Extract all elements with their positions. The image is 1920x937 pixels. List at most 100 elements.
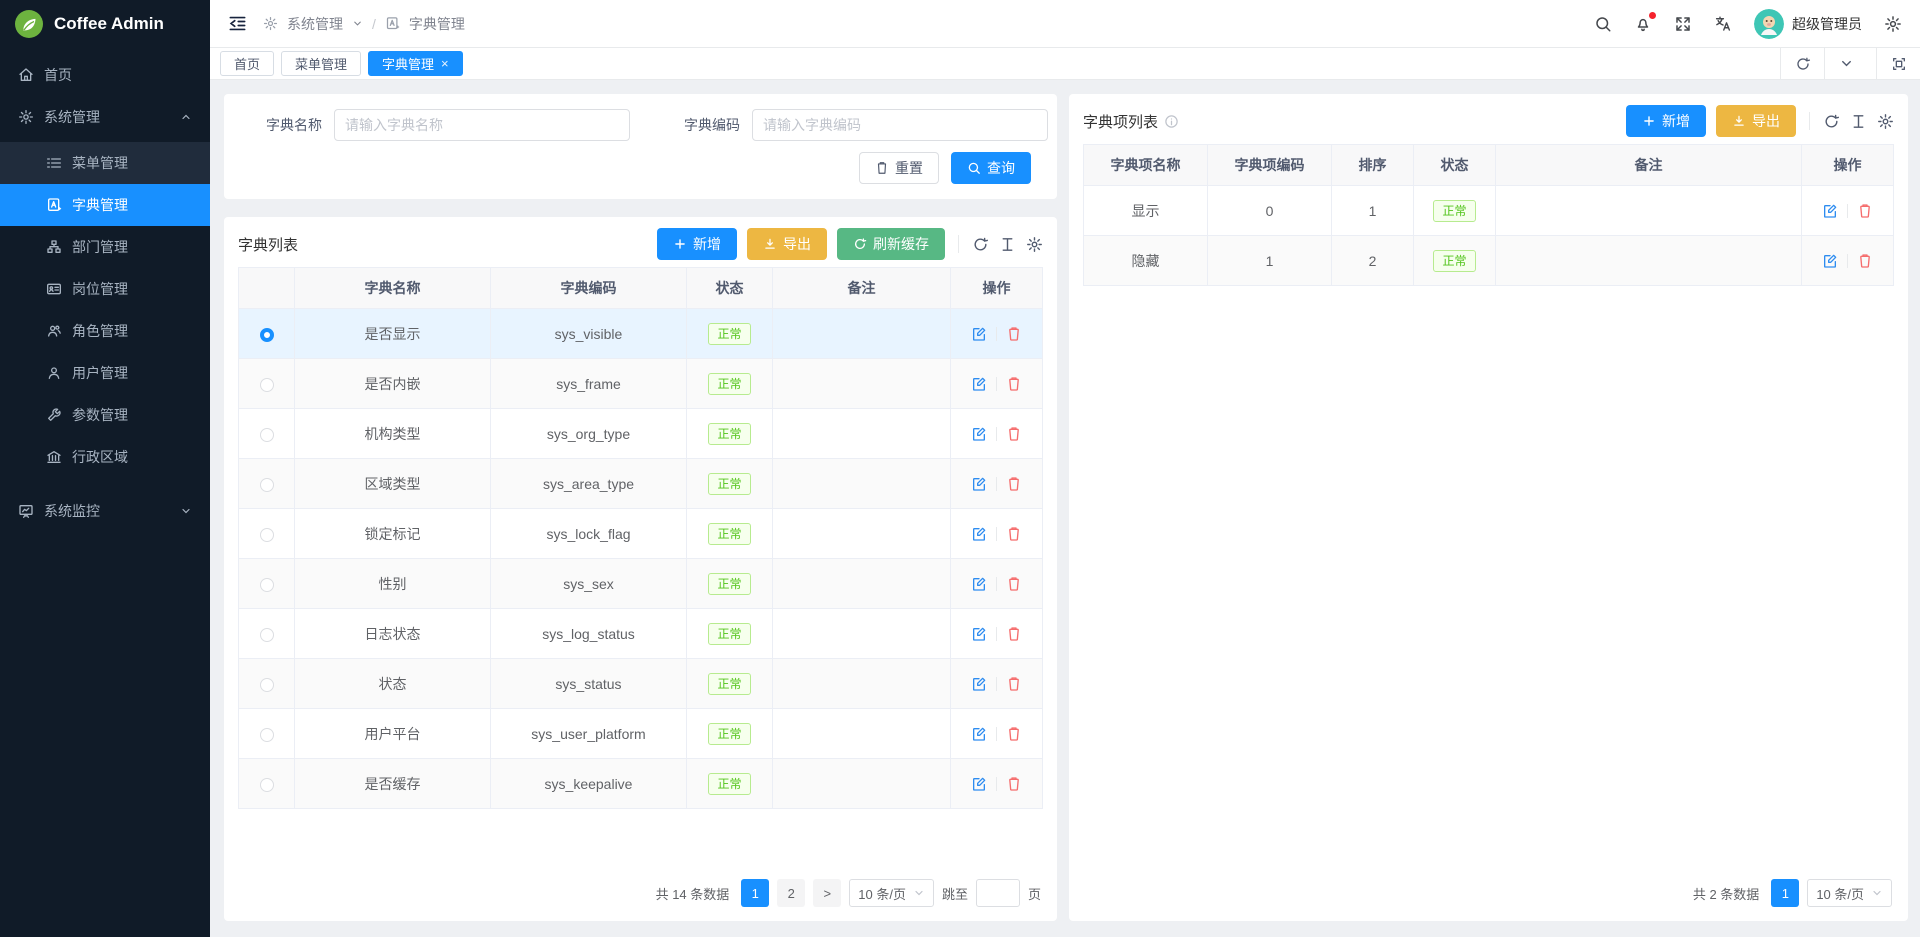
edit-row-icon[interactable] <box>1822 253 1838 269</box>
jump-page-input[interactable] <box>976 879 1020 907</box>
edit-row-icon[interactable] <box>971 726 987 742</box>
delete-row-icon[interactable] <box>1006 626 1022 642</box>
page-button-1[interactable]: 1 <box>1771 879 1799 907</box>
refresh-table-icon[interactable] <box>1823 113 1840 130</box>
row-height-icon[interactable] <box>1850 113 1867 130</box>
sidebar-item-param-mgmt[interactable]: 参数管理 <box>0 394 210 436</box>
refresh-tabs-icon[interactable] <box>1780 48 1824 79</box>
dict-table-row[interactable]: 区域类型 sys_area_type 正常 <box>239 459 1043 509</box>
delete-row-icon[interactable] <box>1006 326 1022 342</box>
column-settings-gear-icon[interactable] <box>1026 236 1043 253</box>
tab-dict-mgmt[interactable]: 字典管理 × <box>368 51 463 76</box>
sidebar-item-dict-mgmt[interactable]: 字典管理 <box>0 184 210 226</box>
dict-table-row[interactable]: 状态 sys_status 正常 <box>239 659 1043 709</box>
close-tab-icon[interactable]: × <box>441 57 449 70</box>
dict-table-row[interactable]: 日志状态 sys_log_status 正常 <box>239 609 1043 659</box>
row-radio[interactable] <box>260 628 274 642</box>
next-page-button[interactable]: > <box>813 879 841 907</box>
tab-menu-mgmt[interactable]: 菜单管理 <box>281 51 361 76</box>
edit-row-icon[interactable] <box>971 576 987 592</box>
refresh-table-icon[interactable] <box>972 236 989 253</box>
refresh-cache-label: 刷新缓存 <box>873 234 929 254</box>
export-dict-button[interactable]: 导出 <box>747 228 827 260</box>
sidebar-item-system[interactable]: 系统管理 <box>0 96 210 138</box>
edit-row-icon[interactable] <box>971 526 987 542</box>
fullscreen-icon[interactable] <box>1674 15 1692 33</box>
page-button-1[interactable]: 1 <box>741 879 769 907</box>
dict-table-row[interactable]: 用户平台 sys_user_platform 正常 <box>239 709 1043 759</box>
row-radio[interactable] <box>260 428 274 442</box>
collapse-sidebar-icon[interactable] <box>228 14 247 33</box>
edit-row-icon[interactable] <box>971 476 987 492</box>
add-dict-button[interactable]: 新增 <box>657 228 737 260</box>
user-menu[interactable]: 超级管理员 <box>1754 9 1862 39</box>
item-code-cell: 0 <box>1208 186 1332 236</box>
sidebar-item-home[interactable]: 首页 <box>0 54 210 96</box>
row-radio[interactable] <box>260 678 274 692</box>
settings-gear-icon[interactable] <box>1884 15 1902 33</box>
row-radio[interactable] <box>260 778 274 792</box>
delete-row-icon[interactable] <box>1006 776 1022 792</box>
edit-row-icon[interactable] <box>1822 203 1838 219</box>
dict-name-input[interactable] <box>334 109 630 141</box>
edit-row-icon[interactable] <box>971 626 987 642</box>
column-settings-gear-icon[interactable] <box>1877 113 1894 130</box>
delete-row-icon[interactable] <box>1857 253 1873 269</box>
tab-options-chevron-icon[interactable] <box>1824 48 1868 79</box>
dict-table-row[interactable]: 机构类型 sys_org_type 正常 <box>239 409 1043 459</box>
row-radio[interactable] <box>260 478 274 492</box>
row-radio[interactable] <box>260 328 274 342</box>
dict-table-row[interactable]: 是否显示 sys_visible 正常 <box>239 309 1043 359</box>
sidebar-item-user-mgmt[interactable]: 用户管理 <box>0 352 210 394</box>
translate-icon[interactable] <box>1714 15 1732 33</box>
query-button[interactable]: 查询 <box>951 152 1031 184</box>
dict-item-table-row[interactable]: 显示 0 1 正常 <box>1084 186 1894 236</box>
delete-row-icon[interactable] <box>1006 726 1022 742</box>
row-radio[interactable] <box>260 578 274 592</box>
sidebar-item-region-mgmt[interactable]: 行政区域 <box>0 436 210 478</box>
reset-button[interactable]: 重置 <box>859 152 939 184</box>
row-height-icon[interactable] <box>999 236 1016 253</box>
delete-row-icon[interactable] <box>1006 476 1022 492</box>
sidebar-item-post-mgmt[interactable]: 岗位管理 <box>0 268 210 310</box>
edit-row-icon[interactable] <box>971 776 987 792</box>
content-fullscreen-icon[interactable] <box>1876 48 1920 79</box>
delete-row-icon[interactable] <box>1006 426 1022 442</box>
row-radio[interactable] <box>260 378 274 392</box>
sidebar-item-role-mgmt[interactable]: 角色管理 <box>0 310 210 352</box>
add-dict-item-button[interactable]: 新增 <box>1626 105 1706 137</box>
sidebar-item-monitor[interactable]: 系统监控 <box>0 490 210 532</box>
dict-table-row[interactable]: 性别 sys_sex 正常 <box>239 559 1043 609</box>
breadcrumb-level1[interactable]: 系统管理 <box>287 14 343 34</box>
dict-item-table-row[interactable]: 隐藏 1 2 正常 <box>1084 236 1894 286</box>
page-button-2[interactable]: 2 <box>777 879 805 907</box>
export-dict-item-button[interactable]: 导出 <box>1716 105 1796 137</box>
edit-row-icon[interactable] <box>971 326 987 342</box>
dict-name-cell: 日志状态 <box>295 609 491 659</box>
delete-row-icon[interactable] <box>1006 576 1022 592</box>
dict-table-row[interactable]: 是否内嵌 sys_frame 正常 <box>239 359 1043 409</box>
dict-code-input[interactable] <box>752 109 1048 141</box>
delete-row-icon[interactable] <box>1006 376 1022 392</box>
sidebar-item-menu-mgmt[interactable]: 菜单管理 <box>0 142 210 184</box>
sidebar-item-dept-mgmt[interactable]: 部门管理 <box>0 226 210 268</box>
edit-row-icon[interactable] <box>971 376 987 392</box>
delete-row-icon[interactable] <box>1006 526 1022 542</box>
tab-home[interactable]: 首页 <box>220 51 274 76</box>
row-radio[interactable] <box>260 528 274 542</box>
delete-row-icon[interactable] <box>1006 676 1022 692</box>
page-size-select[interactable]: 10 条/页 <box>1807 879 1892 907</box>
edit-row-icon[interactable] <box>971 426 987 442</box>
dict-table-row[interactable]: 锁定标记 sys_lock_flag 正常 <box>239 509 1043 559</box>
row-radio[interactable] <box>260 728 274 742</box>
column-header: 状态 <box>1414 145 1496 186</box>
page-size-select[interactable]: 10 条/页 <box>849 879 934 907</box>
notifications-bell-icon[interactable] <box>1634 15 1652 33</box>
dict-table-row[interactable]: 是否缓存 sys_keepalive 正常 <box>239 759 1043 809</box>
delete-row-icon[interactable] <box>1857 203 1873 219</box>
op-divider <box>996 627 997 641</box>
search-icon[interactable] <box>1594 15 1612 33</box>
edit-row-icon[interactable] <box>971 676 987 692</box>
refresh-cache-button[interactable]: 刷新缓存 <box>837 228 945 260</box>
tab-label: 字典管理 <box>382 54 434 73</box>
